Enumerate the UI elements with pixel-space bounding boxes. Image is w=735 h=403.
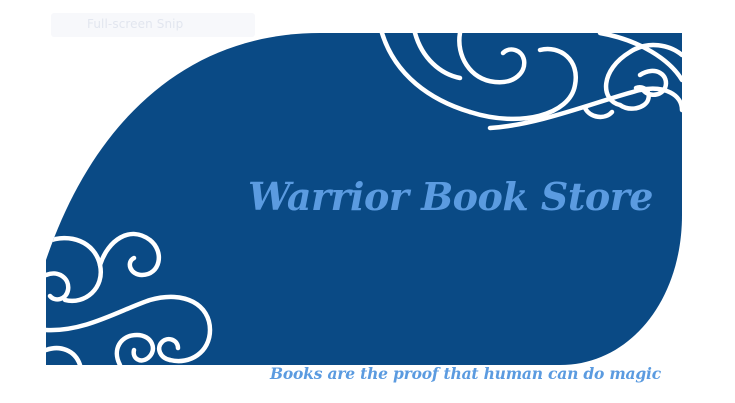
tagline: Books are the proof that human can do ma… bbox=[270, 364, 661, 383]
page-title: Warrior Book Store bbox=[248, 174, 653, 219]
